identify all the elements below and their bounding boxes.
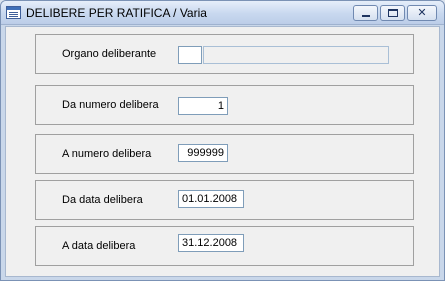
form-body: Organo deliberante Da numero delibera 1 … xyxy=(5,26,440,277)
a-data-group: A data delibera 31.12.2008 xyxy=(35,226,414,266)
da-data-input[interactable]: 01.01.2008 xyxy=(178,190,244,208)
organo-group: Organo deliberante xyxy=(35,34,414,74)
maximize-icon xyxy=(388,9,398,17)
organo-description-field xyxy=(203,46,389,64)
close-icon: ✕ xyxy=(417,7,427,19)
da-numero-group: Da numero delibera 1 xyxy=(35,85,414,125)
a-data-input[interactable]: 31.12.2008 xyxy=(178,234,244,252)
da-data-group: Da data delibera 01.01.2008 xyxy=(35,180,414,220)
form-window-icon[interactable] xyxy=(6,6,21,19)
da-numero-label: Da numero delibera xyxy=(62,99,159,111)
a-data-label: A data delibera xyxy=(62,240,136,252)
maximize-button[interactable] xyxy=(380,5,405,21)
window-title: DELIBERE PER RATIFICA / Varia xyxy=(26,6,207,20)
da-data-label: Da data delibera xyxy=(62,194,143,206)
a-numero-input[interactable]: 999999 xyxy=(178,144,228,162)
close-button[interactable]: ✕ xyxy=(407,5,437,21)
report-window: DELIBERE PER RATIFICA / Varia ✕ Organo d… xyxy=(0,0,445,281)
title-bar[interactable]: DELIBERE PER RATIFICA / Varia ✕ xyxy=(1,1,444,25)
a-numero-label: A numero delibera xyxy=(62,148,152,160)
minimize-button[interactable] xyxy=(353,5,378,21)
minimize-icon xyxy=(362,15,370,17)
organo-label: Organo deliberante xyxy=(62,48,157,60)
organo-code-input[interactable] xyxy=(178,46,202,64)
a-numero-group: A numero delibera 999999 xyxy=(35,134,414,174)
da-numero-input[interactable]: 1 xyxy=(178,97,228,115)
